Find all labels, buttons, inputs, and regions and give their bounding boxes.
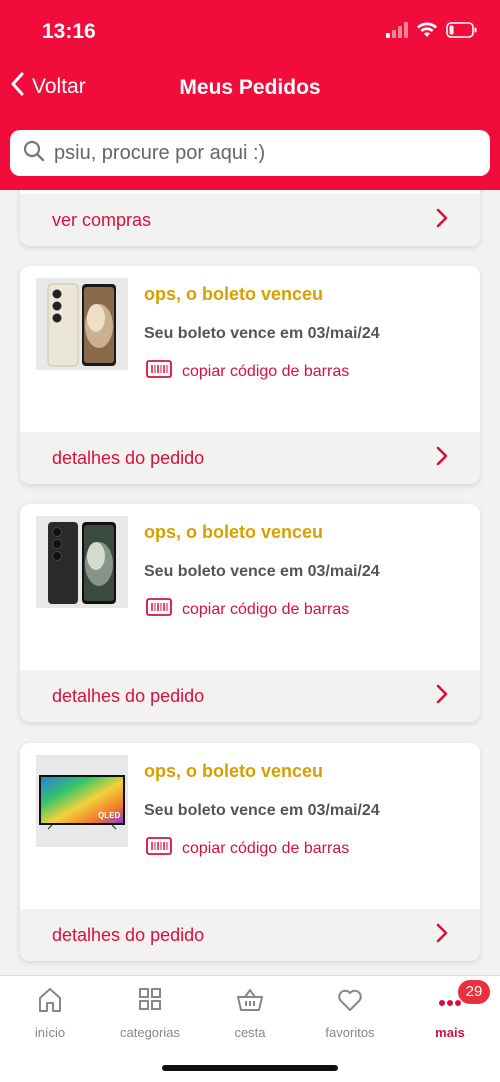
- chevron-right-icon: [436, 684, 448, 709]
- barcode-icon: [146, 360, 172, 383]
- copy-barcode-label: copiar código de barras: [182, 362, 350, 380]
- order-details-button[interactable]: detalhes do pedido: [20, 432, 480, 484]
- due-date-text: Seu boleto vence em 03/mai/24: [144, 563, 380, 580]
- order-card: QLED ops, o boleto venceu Seu boleto ven…: [20, 743, 480, 961]
- see-purchases-button[interactable]: ver compras: [20, 194, 480, 246]
- nav-categories[interactable]: categorias: [100, 986, 200, 1040]
- barcode-icon: [146, 598, 172, 621]
- copy-barcode-button[interactable]: copiar código de barras: [146, 598, 349, 621]
- home-indicator: [162, 1065, 338, 1071]
- heart-icon: [336, 989, 364, 1018]
- nav-more[interactable]: 29 mais: [400, 980, 500, 1040]
- order-status: ops, o boleto venceu: [144, 522, 324, 542]
- copy-barcode-button[interactable]: copiar código de barras: [146, 360, 349, 383]
- qled-tv-image: QLED: [39, 775, 125, 830]
- wifi-icon: [416, 22, 438, 43]
- chevron-right-icon: [436, 208, 448, 233]
- nav-home[interactable]: início: [0, 986, 100, 1040]
- nav-home-label: início: [34, 1025, 66, 1040]
- status-icons: [386, 22, 478, 43]
- copy-barcode-label: copiar código de barras: [182, 839, 350, 857]
- status-bar: 13:16: [0, 0, 500, 62]
- copy-barcode-label: copiar código de barras: [182, 600, 350, 618]
- nav-categories-label: categorias: [120, 1025, 180, 1040]
- tv-logo-text: QLED: [98, 811, 120, 820]
- order-details-button[interactable]: detalhes do pedido: [20, 909, 480, 961]
- barcode-icon: [146, 837, 172, 860]
- nav-basket[interactable]: cesta: [200, 986, 300, 1040]
- product-image: [36, 516, 128, 608]
- order-card: ops, o boleto venceu Seu boleto vence em…: [20, 266, 480, 484]
- search-icon: [22, 139, 46, 168]
- battery-icon: [446, 22, 478, 43]
- nav-more-label: mais: [435, 1025, 465, 1040]
- chevron-right-icon: [436, 923, 448, 948]
- order-details-label: detalhes do pedido: [52, 685, 205, 706]
- smartphone-cream-image: [47, 283, 116, 367]
- order-status: ops, o boleto venceu: [144, 284, 324, 304]
- chevron-right-icon: [436, 446, 448, 471]
- status-time: 13:16: [42, 20, 96, 43]
- more-dots-icon: [436, 1000, 464, 1018]
- signal-icon: [386, 22, 408, 43]
- nav-bar: Voltar Meus Pedidos: [0, 62, 500, 118]
- due-date-text: Seu boleto vence em 03/mai/24: [144, 802, 380, 819]
- nav-basket-label: cesta: [234, 1025, 266, 1040]
- smartphone-black-image: [48, 522, 116, 604]
- app-header: 13:16 Voltar Meus Pedidos psiu, procure …: [0, 0, 500, 190]
- grid-icon: [136, 988, 164, 1018]
- see-purchases-label: ver compras: [52, 209, 152, 230]
- order-details-label: detalhes do pedido: [52, 447, 205, 468]
- basket-icon: [236, 989, 264, 1018]
- due-date-text: Seu boleto vence em 03/mai/24: [144, 325, 380, 342]
- product-image: [36, 278, 128, 370]
- order-details-button[interactable]: detalhes do pedido: [20, 670, 480, 722]
- order-card: ops, o boleto venceu Seu boleto vence em…: [20, 504, 480, 722]
- search-bar[interactable]: [10, 130, 490, 176]
- copy-barcode-button[interactable]: copiar código de barras: [146, 837, 349, 860]
- page-title: Meus Pedidos: [179, 76, 321, 99]
- nav-favorites[interactable]: favoritos: [300, 986, 400, 1040]
- order-status: ops, o boleto venceu: [144, 761, 324, 781]
- notification-badge: 29: [458, 980, 490, 1004]
- product-image: QLED: [36, 755, 128, 847]
- search-input[interactable]: [54, 141, 490, 165]
- nav-favorites-label: favoritos: [325, 1025, 375, 1040]
- home-icon: [36, 988, 64, 1018]
- order-details-label: detalhes do pedido: [52, 924, 205, 945]
